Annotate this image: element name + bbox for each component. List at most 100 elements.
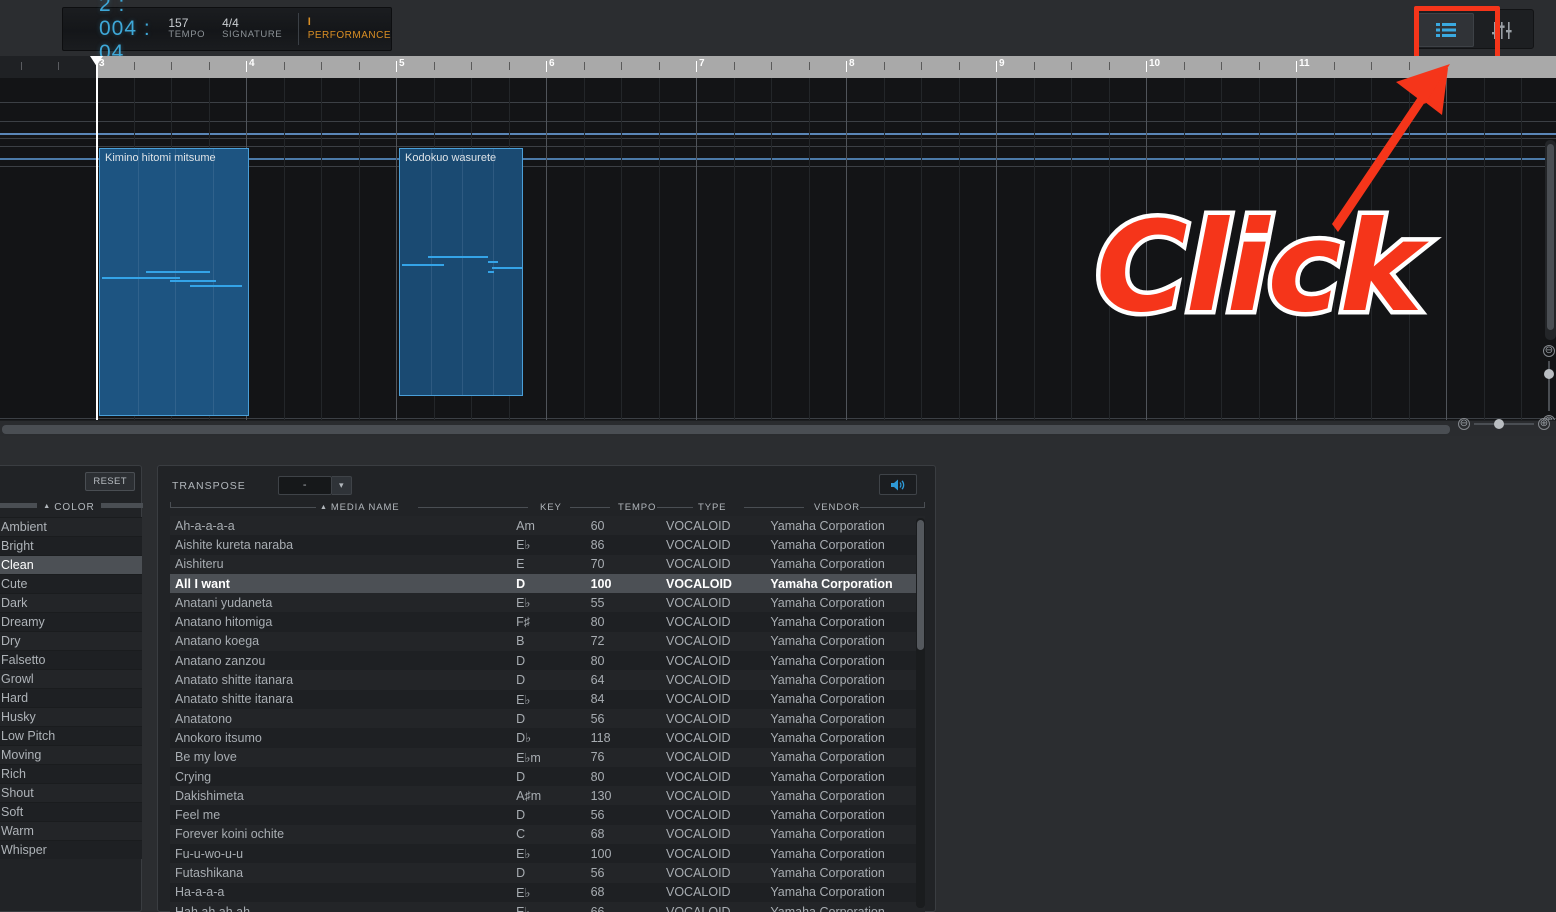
color-filter-item[interactable]: Growl	[0, 669, 142, 688]
color-filter-item[interactable]: Dreamy	[0, 612, 142, 631]
media-table-scrollbar[interactable]	[916, 518, 925, 908]
scrollbar-thumb[interactable]	[2, 425, 1450, 434]
reset-button[interactable]: RESET	[85, 472, 135, 491]
color-filter-item[interactable]: Dry	[0, 631, 142, 650]
table-row[interactable]: Feel me D 56 VOCALOID Yamaha Corporation	[170, 805, 925, 825]
color-filter-item[interactable]: Moving	[0, 745, 142, 764]
scrollbar-thumb[interactable]	[917, 520, 924, 650]
cell-type: VOCALOID	[665, 537, 731, 552]
table-row[interactable]: Anatani yudaneta E♭ 55 VOCALOID Yamaha Corpo…	[170, 593, 925, 613]
color-filter-item[interactable]: Cute	[0, 574, 142, 593]
tempo-field[interactable]: 157 TEMPO	[168, 16, 206, 42]
cell-key: E	[516, 557, 525, 572]
table-row[interactable]: Aishiteru E 70 VOCALOID Yamaha Corporation	[170, 554, 925, 574]
chevron-down-icon[interactable]: ▾	[331, 476, 352, 495]
column-header-type[interactable]: TYPE	[698, 498, 726, 516]
color-filter-item[interactable]: Bright	[0, 536, 142, 555]
color-filter-item[interactable]: Low Pitch	[0, 726, 142, 745]
cell-tempo: 70	[590, 557, 605, 572]
audition-button[interactable]	[879, 474, 917, 495]
cell-media-name: All I want	[175, 576, 230, 591]
zoom-in-icon[interactable]: ⊕	[1538, 418, 1550, 430]
grid-bar-line	[546, 78, 547, 420]
table-row[interactable]: Be my love E♭m 76 VOCALOID Yamaha Corporatio…	[170, 747, 925, 767]
table-row[interactable]: Forever koini ochite C 68 VOCALOID Yamaha Co…	[170, 824, 925, 845]
table-row[interactable]: Hah ah ah ah E♭66 VOCALOID Yamaha Corporati…	[170, 901, 925, 912]
cell-type: VOCALOID	[665, 865, 731, 880]
table-row[interactable]: Aishite kureta naraba E♭ 86 VOCALOID Yamaha …	[170, 535, 925, 555]
zoom-out-icon[interactable]: ⊖	[1543, 345, 1555, 357]
table-row[interactable]: Anatano zanzou D 80 VOCALOID Yamaha Corporat…	[170, 651, 925, 671]
media-table-body[interactable]: Ah-a-a-a-a Am 60 VOCALOID Yamaha Corporation…	[170, 516, 925, 912]
table-row[interactable]: Anatano koega B 72 VOCALOID Yamaha Corporati…	[170, 631, 925, 652]
column-header-media-name[interactable]: ▲ MEDIA NAME	[320, 498, 400, 516]
transport-display[interactable]: 2 : 004 : 04 157 TEMPO 4/4 SIGNATURE I P…	[62, 0, 392, 64]
color-filter-item[interactable]: Ambient	[0, 517, 142, 536]
zoom-knob[interactable]	[1494, 419, 1504, 429]
zoom-out-icon[interactable]: ⊖	[1458, 418, 1470, 430]
table-row[interactable]: Anatatono D 56 VOCALOID Yamaha Corporation	[170, 708, 925, 729]
color-filter-list[interactable]: Ambient Bright Clean Cute Dark Dreamy Dry False…	[0, 517, 142, 859]
timeline-ruler[interactable]: 3 4 5 6 7 8 9 10 11	[0, 56, 1556, 78]
table-row[interactable]: All I want D 100 VOCALOID Yamaha Corporation	[170, 573, 925, 594]
library-view-button[interactable]	[1418, 13, 1474, 47]
column-header-tempo[interactable]: TEMPO	[618, 498, 656, 516]
ruler-tick	[883, 62, 885, 70]
grid-beat-line	[358, 78, 360, 420]
table-row[interactable]: Anatano hitomiga F♯ 80 VOCALOID Yamaha Corpo…	[170, 612, 925, 632]
pointer-arrow-icon	[1332, 64, 1450, 232]
table-row[interactable]: Ah-a-a-a-a Am 60 VOCALOID Yamaha Corporation	[170, 516, 925, 536]
vocaloid-editor-window: 2 : 004 : 04 157 TEMPO 4/4 SIGNATURE I P…	[0, 0, 1556, 912]
ruler-tick	[808, 62, 810, 70]
zoom-knob[interactable]	[1544, 369, 1554, 379]
grid-beat-line	[1033, 78, 1035, 420]
cell-media-name: Anatano zanzou	[175, 653, 266, 668]
grid-bar-line	[696, 78, 697, 420]
cell-type: VOCALOID	[665, 808, 731, 823]
clip-note	[402, 264, 444, 266]
color-filter-item[interactable]: Dark	[0, 593, 142, 612]
color-filter-item[interactable]: Husky	[0, 707, 142, 726]
scrollbar-thumb[interactable]	[1547, 144, 1554, 330]
cell-vendor: Yamaha Corporation	[770, 865, 885, 880]
grid-beat-line	[808, 78, 810, 420]
column-header-key[interactable]: KEY	[540, 498, 562, 516]
transpose-value[interactable]: -	[277, 476, 332, 495]
zoom-track[interactable]	[1544, 361, 1554, 411]
table-row[interactable]: Anatato shitte itanara E♭ 84 VOCALOID Yamaha…	[170, 689, 925, 709]
timeline-horizontal-scrollbar[interactable]	[0, 420, 1556, 436]
table-row[interactable]: Ha-a-a-a E♭ 68 VOCALOID Yamaha Corporation	[170, 882, 925, 902]
timeline-clip[interactable]: Kodokuo wasurete	[399, 148, 523, 396]
color-filter-item[interactable]: Falsetto	[0, 650, 142, 669]
grid-beat-line	[321, 78, 322, 420]
timeline-horizontal-zoom[interactable]: ⊖ ⊕	[1458, 418, 1550, 430]
color-filter-item[interactable]: Hard	[0, 688, 142, 707]
table-row[interactable]: Crying D 80 VOCALOID Yamaha Corporation	[170, 766, 925, 787]
table-row[interactable]: Futashikana D 56 VOCALOID Yamaha Corporation	[170, 863, 925, 883]
performance-field[interactable]: I PERFORMANCE	[308, 16, 391, 41]
media-library-panel: TRANSPOSE - ▾ ▲ MEDIA NAME KEY TEMPO TYP…	[157, 465, 936, 912]
timeline-vertical-zoom[interactable]: ⊖ ⊕	[1543, 345, 1555, 427]
color-filter-item[interactable]: Clean	[0, 555, 142, 574]
signature-field[interactable]: 4/4 SIGNATURE	[222, 16, 282, 42]
cell-type: VOCALOID	[665, 827, 731, 842]
column-header-vendor[interactable]: VENDOR	[814, 498, 860, 516]
color-filter-item[interactable]: Soft	[0, 802, 142, 821]
table-row[interactable]: Anatato shitte itanara D 64 VOCALOID Yamaha …	[170, 670, 925, 690]
cell-vendor: Yamaha Corporation	[770, 692, 885, 707]
transpose-control[interactable]: TRANSPOSE - ▾	[172, 476, 352, 495]
tempo-label: TEMPO	[168, 29, 206, 41]
table-row[interactable]: Anokoro itsumo D♭ 118 VOCALOID Yamaha Corpor…	[170, 728, 925, 748]
timeline-clip[interactable]: Kimino hitomi mitsume	[99, 148, 249, 416]
color-filter-item[interactable]: Warm	[0, 821, 142, 840]
color-filter-item[interactable]: Rich	[0, 764, 142, 783]
top-toolbar: 2 : 004 : 04 157 TEMPO 4/4 SIGNATURE I P…	[0, 0, 1556, 64]
table-row[interactable]: Fu-u-wo-u-u E♭ 100 VOCALOID Yamaha Corporati…	[170, 844, 925, 864]
timeline-vertical-scrollbar[interactable]	[1545, 140, 1556, 340]
color-filter-item[interactable]: Whisper	[0, 840, 142, 859]
color-filter-item[interactable]: Shout	[0, 783, 142, 802]
table-row[interactable]: Dakishimeta A♯m 130 VOCALOID Yamaha Corporat…	[170, 786, 925, 806]
mixer-view-button[interactable]	[1474, 13, 1530, 47]
zoom-track[interactable]	[1474, 419, 1534, 429]
color-column-header[interactable]: ▲ COLOR	[0, 498, 143, 516]
